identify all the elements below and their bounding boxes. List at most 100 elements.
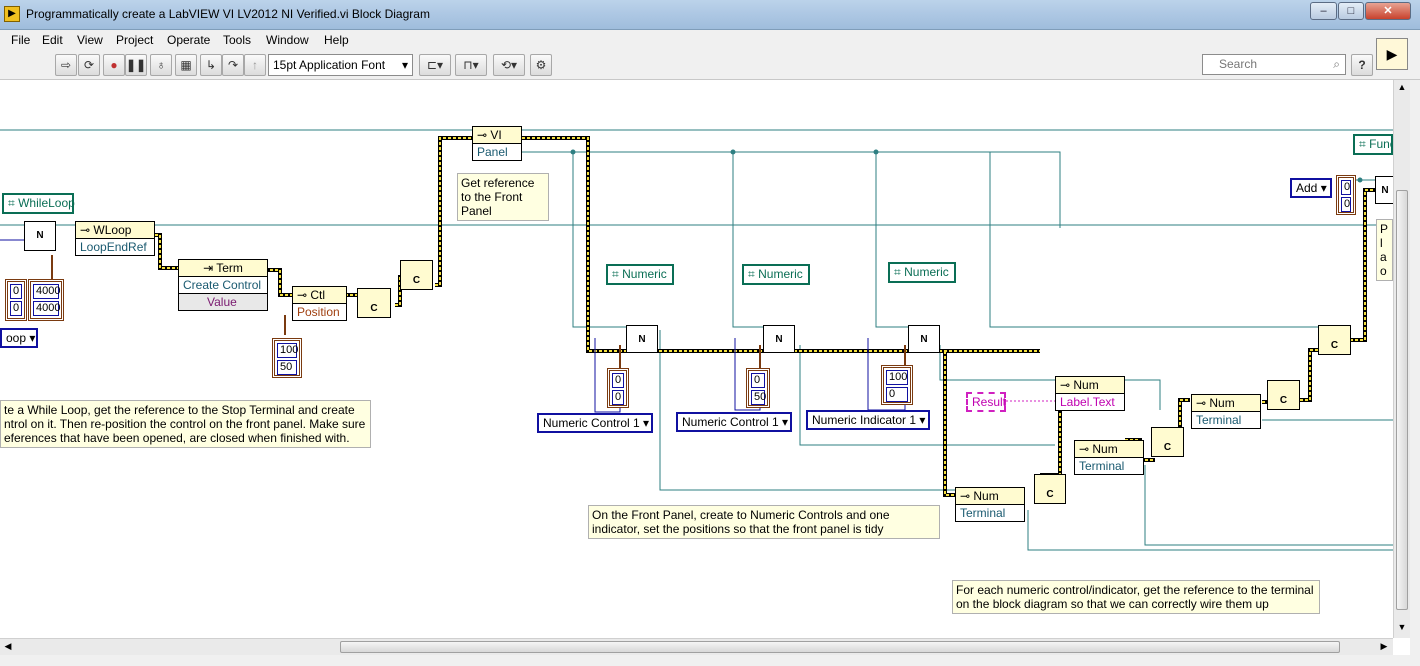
reorder-icon[interactable]: ⟲▾ xyxy=(493,54,525,76)
num-property-label-text[interactable]: Label.Text xyxy=(1055,394,1125,411)
cluster-7-value-a[interactable]: 0 xyxy=(1341,180,1351,195)
ctl-property-position[interactable]: Position xyxy=(292,304,347,321)
font-select[interactable]: 15pt Application Font ▾ xyxy=(268,54,413,76)
num-head-label-2: Num xyxy=(1092,442,1118,456)
cluster-constant-6[interactable]: 100 0 xyxy=(881,365,913,405)
close-button[interactable]: ✕ xyxy=(1365,2,1411,20)
vi-property-node[interactable]: ⊸ VI Panel xyxy=(472,126,522,161)
numeric-class-constant-1[interactable]: ⌗ Numeric xyxy=(606,264,674,285)
new-object-node-1[interactable]: N xyxy=(24,221,56,251)
num-property-node-2[interactable]: ⊸ Num Terminal xyxy=(1074,440,1144,475)
num-property-terminal-2[interactable]: Terminal xyxy=(1074,458,1144,475)
numeric-class-constant-3[interactable]: ⌗ Numeric xyxy=(888,262,956,283)
menu-tools[interactable]: Tools xyxy=(223,33,251,47)
run-continuously-icon[interactable]: ⟳ xyxy=(78,54,100,76)
step-over-icon[interactable]: ↷ xyxy=(222,54,244,76)
wires xyxy=(0,129,1393,551)
new-object-node-5[interactable]: N xyxy=(1375,176,1393,204)
horizontal-scroll-thumb[interactable] xyxy=(340,641,1340,653)
term-property-node[interactable]: ⇥ Term Create Control Value xyxy=(178,259,268,311)
wloop-property-node[interactable]: ⊸ WLoop LoopEndRef xyxy=(75,221,155,256)
whileloop-class-constant[interactable]: ⌗ WhileLoop xyxy=(2,193,75,214)
cluster-constant-7[interactable]: 0 0 xyxy=(1336,175,1356,215)
new-object-node-4[interactable]: N xyxy=(908,325,940,353)
term-property-create-control[interactable]: Create Control xyxy=(178,277,268,294)
cluster-5-value-a[interactable]: 0 xyxy=(751,373,765,388)
num-property-node-1[interactable]: ⊸ Num Label.Text xyxy=(1055,376,1125,411)
close-reference-node-1[interactable]: C xyxy=(400,260,433,290)
scroll-down-icon[interactable]: ▼ xyxy=(1396,622,1408,634)
numeric-indicator-1-enum[interactable]: Numeric Indicator 1 ▾ xyxy=(806,410,930,430)
num-property-terminal-3[interactable]: Terminal xyxy=(955,505,1025,522)
help-button[interactable]: ? xyxy=(1351,54,1373,76)
scroll-up-icon[interactable]: ▲ xyxy=(1396,82,1408,94)
cluster-4-value-b[interactable]: 0 xyxy=(612,390,624,405)
func-class-constant[interactable]: ⌗ Func xyxy=(1353,134,1393,155)
menu-help[interactable]: Help xyxy=(324,33,349,47)
cluster-2-value-a[interactable]: 4000 xyxy=(33,284,60,299)
run-arrow-icon[interactable]: ⇨ xyxy=(55,54,77,76)
abort-icon[interactable]: ● xyxy=(103,54,125,76)
align-objects-icon[interactable]: ⊏▾ xyxy=(419,54,451,76)
close-reference-node-6[interactable]: C xyxy=(1318,325,1351,355)
cluster-7-value-b[interactable]: 0 xyxy=(1341,197,1351,212)
clean-up-diagram-icon[interactable]: ⚙ xyxy=(530,54,552,76)
add-enum[interactable]: Add ▾ xyxy=(1290,178,1332,198)
term-property-value-label: Value xyxy=(207,295,237,309)
numeric-control-1-enum-b[interactable]: Numeric Control 1 ▾ xyxy=(676,412,792,432)
cluster-constant-3[interactable]: 100 50 xyxy=(272,338,302,378)
num-property-terminal-4[interactable]: Terminal xyxy=(1191,412,1261,429)
cluster-4-value-a[interactable]: 0 xyxy=(612,373,624,388)
num-property-node-4[interactable]: ⊸ Num Terminal xyxy=(1191,394,1261,429)
close-reference-node-5[interactable]: C xyxy=(1267,380,1300,410)
highlight-execution-icon[interactable]: ♁ xyxy=(150,54,172,76)
new-object-node-2[interactable]: N xyxy=(626,325,658,353)
term-head-label: Term xyxy=(216,261,243,275)
menu-view[interactable]: View xyxy=(77,33,103,47)
loop-enum[interactable]: oop ▾ xyxy=(0,328,38,348)
menu-operate[interactable]: Operate xyxy=(167,33,210,47)
retain-wire-values-icon[interactable]: ▦ xyxy=(175,54,197,76)
cluster-6-value-a[interactable]: 100 xyxy=(886,370,908,385)
cluster-constant-1[interactable]: 0 0 xyxy=(5,279,27,321)
cluster-6-value-b[interactable]: 0 xyxy=(886,387,908,402)
vertical-scroll-thumb[interactable] xyxy=(1396,190,1408,610)
menu-project[interactable]: Project xyxy=(116,33,153,47)
minimize-button[interactable]: – xyxy=(1310,2,1337,20)
numeric-control-1-enum-a[interactable]: Numeric Control 1 ▾ xyxy=(537,413,653,433)
cluster-constant-5[interactable]: 0 50 xyxy=(746,368,770,408)
close-reference-node-3[interactable]: C xyxy=(1034,474,1066,504)
menu-edit[interactable]: Edit xyxy=(42,33,63,47)
ctl-property-node[interactable]: ⊸ Ctl Position xyxy=(292,286,347,321)
new-object-node-3[interactable]: N xyxy=(763,325,795,353)
step-out-icon[interactable]: ↑ xyxy=(244,54,266,76)
cluster-constant-4[interactable]: 0 0 xyxy=(607,368,629,408)
cluster-1-value-a[interactable]: 0 xyxy=(10,284,22,299)
result-string-constant[interactable]: Result xyxy=(966,392,1006,412)
menu-window[interactable]: Window xyxy=(266,33,309,47)
search-icon[interactable]: ⌕ xyxy=(1333,55,1340,74)
pause-icon[interactable]: ❚❚ xyxy=(125,54,147,76)
search-input[interactable]: Search ⌕ xyxy=(1202,54,1346,75)
wloop-property[interactable]: LoopEndRef xyxy=(75,239,155,256)
vi-property-panel[interactable]: Panel xyxy=(472,144,522,161)
cluster-5-value-b[interactable]: 50 xyxy=(751,390,766,405)
term-property-value[interactable]: Value xyxy=(178,294,268,311)
scroll-left-icon[interactable]: ◀ xyxy=(2,641,14,653)
cluster-3-value-b[interactable]: 50 xyxy=(277,360,297,375)
cluster-constant-2[interactable]: 4000 4000 xyxy=(28,279,64,321)
block-diagram[interactable]: ⌗ WhileLoop ⌗ Numeric ⌗ Numeric ⌗ Numeri… xyxy=(0,80,1393,638)
scroll-right-icon[interactable]: ▶ xyxy=(1378,641,1390,653)
menu-file[interactable]: File xyxy=(11,33,30,47)
num-property-node-3[interactable]: ⊸ Num Terminal xyxy=(955,487,1025,522)
cluster-2-value-b[interactable]: 4000 xyxy=(33,301,60,316)
cluster-3-value-a[interactable]: 100 xyxy=(277,343,298,358)
maximize-button[interactable]: □ xyxy=(1338,2,1364,20)
numeric-class-constant-2[interactable]: ⌗ Numeric xyxy=(742,264,810,285)
vertical-scrollbar[interactable]: ▲ ▼ xyxy=(1393,80,1410,638)
distribute-objects-icon[interactable]: ⊓▾ xyxy=(455,54,487,76)
step-into-icon[interactable]: ↳ xyxy=(200,54,222,76)
cluster-1-value-b[interactable]: 0 xyxy=(10,301,22,316)
close-reference-node-4[interactable]: C xyxy=(1151,427,1184,457)
close-reference-node-2[interactable]: C xyxy=(357,288,391,318)
